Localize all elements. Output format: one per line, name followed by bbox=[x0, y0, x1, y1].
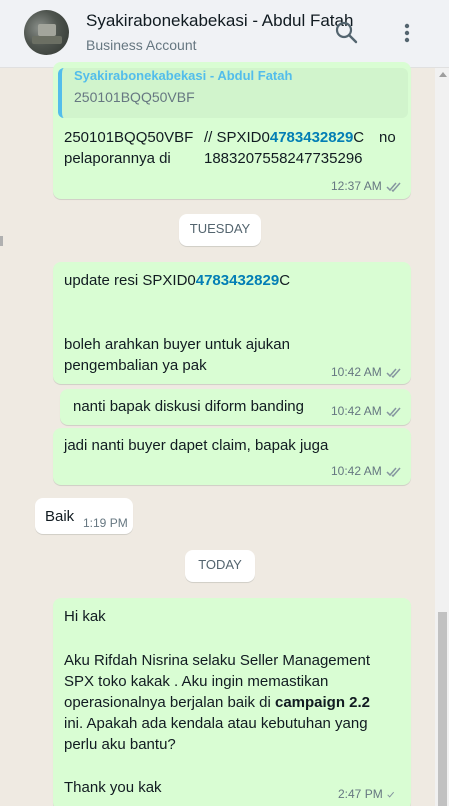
message-text: C bbox=[353, 129, 365, 146]
account-type: Business Account bbox=[86, 37, 197, 53]
message-text: 250101BQQ50VBF bbox=[64, 129, 194, 146]
tracking-number-link[interactable]: 4783432829 bbox=[196, 272, 279, 289]
message-text: pengembalian ya pak bbox=[64, 357, 207, 374]
message-time: 10:42 AM bbox=[331, 404, 382, 418]
message-text: jadi nanti buyer dapet claim, bapak juga bbox=[64, 437, 329, 454]
edge-marker bbox=[0, 236, 3, 246]
double-check-icon bbox=[386, 467, 401, 477]
scroll-up-arrow-icon[interactable] bbox=[439, 72, 447, 77]
message-text: Hi kak bbox=[64, 608, 106, 625]
message-text: no bbox=[379, 129, 396, 146]
message-text: Thank you kak bbox=[64, 779, 162, 796]
message-text: update resi SPXID0 bbox=[64, 272, 196, 289]
double-check-icon bbox=[386, 407, 401, 417]
message-meta: 10:42 AM bbox=[331, 464, 404, 478]
message-meta: 12:37 AM bbox=[331, 179, 404, 193]
message-text: 1883207558247735296 bbox=[204, 150, 363, 167]
date-divider: TODAY bbox=[185, 550, 255, 582]
tracking-number-link[interactable]: 4783432829 bbox=[270, 129, 353, 146]
double-check-icon bbox=[386, 182, 401, 192]
menu-dots-icon[interactable] bbox=[396, 20, 418, 46]
message-meta: 2:47 PM bbox=[338, 787, 399, 801]
message-text: SPX toko kakak . Aku ingin memastikan bbox=[64, 673, 329, 690]
contact-name[interactable]: Syakirabonekabekasi - Abdul Fatah bbox=[86, 11, 353, 31]
message-text: update resi SPXID04783432829C bbox=[64, 270, 290, 291]
message-text: Aku Rifdah Nisrina selaku Seller Managem… bbox=[64, 652, 370, 669]
message-text: boleh arahkan buyer untuk ajukan bbox=[64, 336, 290, 353]
message-text: C bbox=[279, 272, 291, 289]
message-time: 12:37 AM bbox=[331, 179, 382, 193]
double-check-icon bbox=[386, 368, 401, 378]
single-check-icon bbox=[387, 791, 394, 798]
search-icon[interactable] bbox=[334, 20, 360, 46]
message-text: perlu aku bantu? bbox=[64, 736, 176, 753]
message-bold-text: campaign 2.2 bbox=[274, 694, 371, 711]
quoted-text: 250101BQQ50VBF bbox=[74, 89, 195, 105]
chat-header: Syakirabonekabekasi - Abdul Fatah Busine… bbox=[0, 0, 449, 68]
message-text: pelaporannya di bbox=[64, 150, 171, 167]
message-text: // SPXID0 bbox=[204, 129, 270, 146]
message-meta: 1:19 PM bbox=[83, 516, 128, 530]
message-text: operasionalnya berjalan baik di bbox=[64, 694, 271, 711]
message-text: 250101BQQ50VBF bbox=[64, 127, 193, 148]
message-time: 10:42 AM bbox=[331, 365, 382, 379]
quoted-message[interactable]: Syakirabonekabekasi - Abdul Fatah 250101… bbox=[58, 68, 408, 118]
avatar-image-detail bbox=[32, 36, 62, 44]
message-time: 10:42 AM bbox=[331, 464, 382, 478]
message-text: nanti bapak diskusi diform banding bbox=[73, 398, 304, 415]
message-meta: 10:42 AM bbox=[331, 404, 404, 418]
avatar-image-detail bbox=[38, 24, 56, 36]
message-text: ini. Apakah ada kendala atau kebutuhan y… bbox=[64, 715, 368, 732]
date-divider: TUESDAY bbox=[179, 214, 261, 246]
message-text: Baik bbox=[45, 508, 75, 525]
message-time: 1:19 PM bbox=[83, 516, 128, 530]
message-text: // SPXID04783432829C bbox=[204, 127, 364, 148]
avatar[interactable] bbox=[24, 10, 69, 55]
scrollbar-thumb[interactable] bbox=[438, 612, 447, 806]
message-time: 2:47 PM bbox=[338, 787, 383, 801]
quoted-sender: Syakirabonekabekasi - Abdul Fatah bbox=[74, 68, 293, 83]
message-meta: 10:42 AM bbox=[331, 365, 404, 379]
message-text: operasionalnya berjalan baik di campaign… bbox=[64, 692, 370, 713]
